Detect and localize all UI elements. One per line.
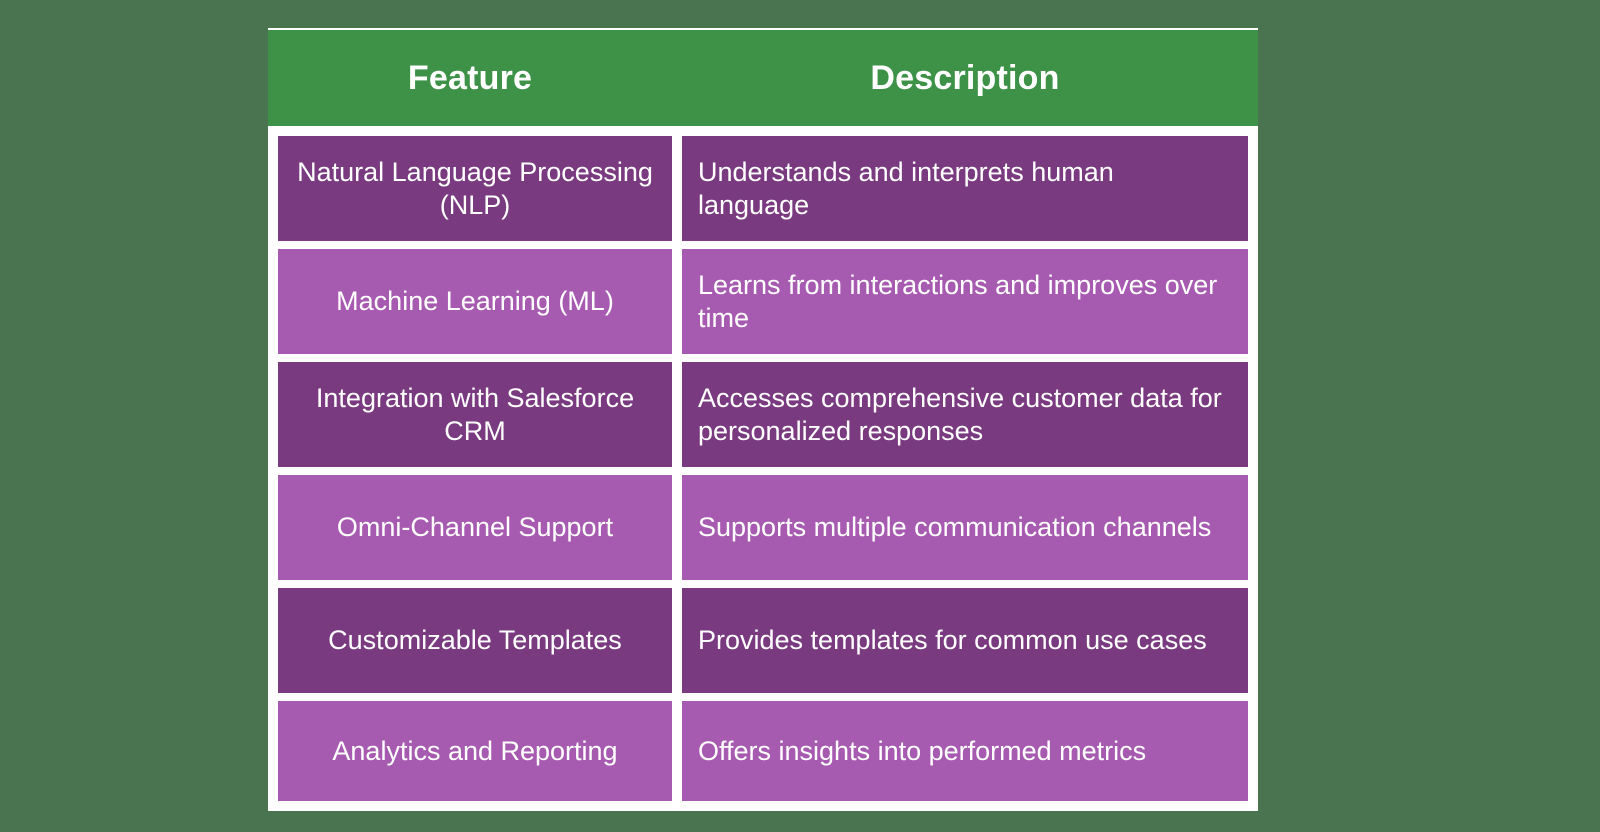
table-row: Machine Learning (ML) Learns from intera… xyxy=(278,249,1248,354)
feature-cell: Machine Learning (ML) xyxy=(278,249,672,354)
table-row: Integration with Salesforce CRM Accesses… xyxy=(278,362,1248,467)
column-header-description: Description xyxy=(870,58,1060,97)
table-row: Analytics and Reporting Offers insights … xyxy=(278,701,1248,801)
page-canvas: Feature Description Natural Language Pro… xyxy=(0,0,1600,832)
description-cell: Learns from interactions and improves ov… xyxy=(682,249,1248,354)
table-body: Natural Language Processing (NLP) Unders… xyxy=(268,126,1258,811)
description-cell: Accesses comprehensive customer data for… xyxy=(682,362,1248,467)
description-cell: Offers insights into performed metrics xyxy=(682,701,1248,801)
description-cell: Supports multiple communication channels xyxy=(682,475,1248,580)
feature-comparison-table: Feature Description Natural Language Pro… xyxy=(268,28,1258,811)
feature-cell: Integration with Salesforce CRM xyxy=(278,362,672,467)
feature-cell: Omni-Channel Support xyxy=(278,475,672,580)
description-cell: Understands and interprets human languag… xyxy=(682,136,1248,241)
table-header-row: Feature Description xyxy=(268,30,1258,126)
table-row: Natural Language Processing (NLP) Unders… xyxy=(278,136,1248,241)
description-cell: Provides templates for common use cases xyxy=(682,588,1248,693)
feature-cell: Customizable Templates xyxy=(278,588,672,693)
feature-cell: Analytics and Reporting xyxy=(278,701,672,801)
feature-cell: Natural Language Processing (NLP) xyxy=(278,136,672,241)
table-row: Omni-Channel Support Supports multiple c… xyxy=(278,475,1248,580)
table-row: Customizable Templates Provides template… xyxy=(278,588,1248,693)
column-header-feature: Feature xyxy=(407,58,533,97)
